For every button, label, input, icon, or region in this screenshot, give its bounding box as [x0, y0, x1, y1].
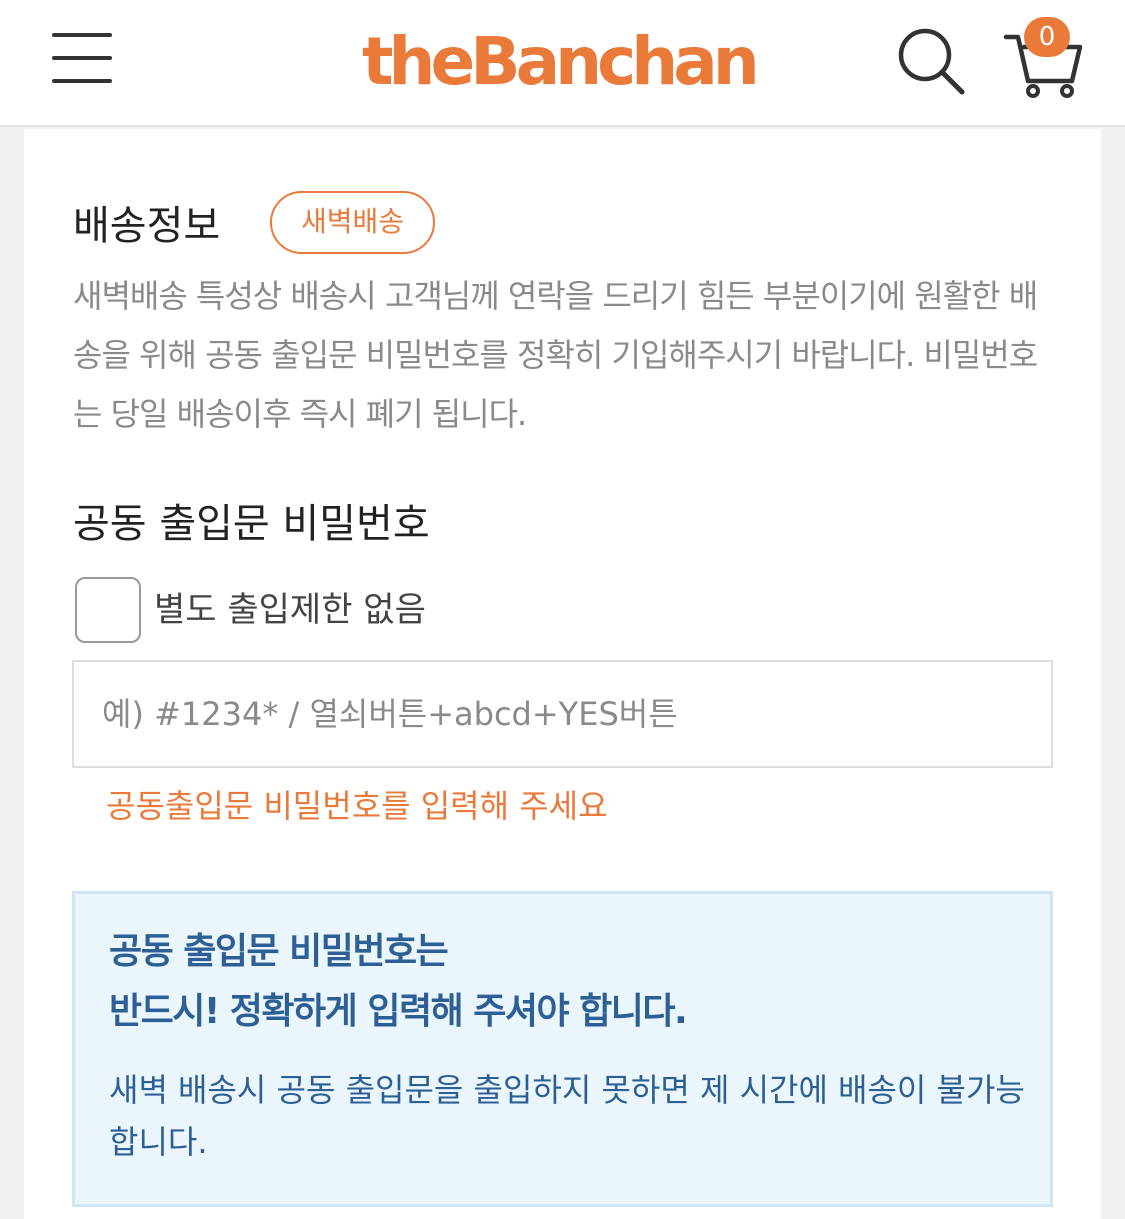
page: theBanchan 0 배송정보 새벽배송 새벽배송 특성상 배송시 고객님께… [0, 0, 1125, 1219]
password-error-message: 공동출입문 비밀번호를 입력해 주세요 [106, 787, 608, 825]
search-icon[interactable] [895, 25, 967, 97]
info-heading-line1: 공동 출입문 비밀번호는 [109, 931, 449, 972]
door-password-title: 공동 출입문 비밀번호 [73, 501, 430, 547]
password-info-box: 공동 출입문 비밀번호는 반드시! 정확하게 입력해 주셔야 합니다. 새벽 배… [72, 891, 1053, 1207]
no-restriction-checkbox[interactable] [75, 577, 141, 643]
cart-count-badge: 0 [1024, 17, 1070, 57]
cart-button[interactable]: 0 [1000, 15, 1085, 100]
door-password-input[interactable] [72, 660, 1053, 768]
delivery-notice: 새벽배송 특성상 배송시 고객님께 연락을 드리기 힘든 부분이기에 원활한 배… [73, 277, 1038, 433]
dawn-delivery-badge: 새벽배송 [270, 191, 435, 254]
info-heading: 공동 출입문 비밀번호는 반드시! 정확하게 입력해 주셔야 합니다. [109, 922, 688, 1042]
section-title: 배송정보 [73, 203, 221, 249]
delivery-info-card: 배송정보 새벽배송 새벽배송 특성상 배송시 고객님께 연락을 드리기 힘든 부… [24, 129, 1101, 1219]
info-body: 새벽 배송시 공동 출입문을 출입하지 못하면 제 시간에 배송이 불가능합니다… [109, 1071, 1025, 1161]
info-heading-line2: 반드시! 정확하게 입력해 주셔야 합니다. [109, 991, 688, 1032]
top-header: theBanchan 0 [0, 0, 1125, 127]
logo[interactable]: theBanchan [362, 22, 762, 102]
no-restriction-label[interactable]: 별도 출입제한 없음 [154, 583, 426, 638]
menu-icon[interactable] [52, 33, 112, 83]
